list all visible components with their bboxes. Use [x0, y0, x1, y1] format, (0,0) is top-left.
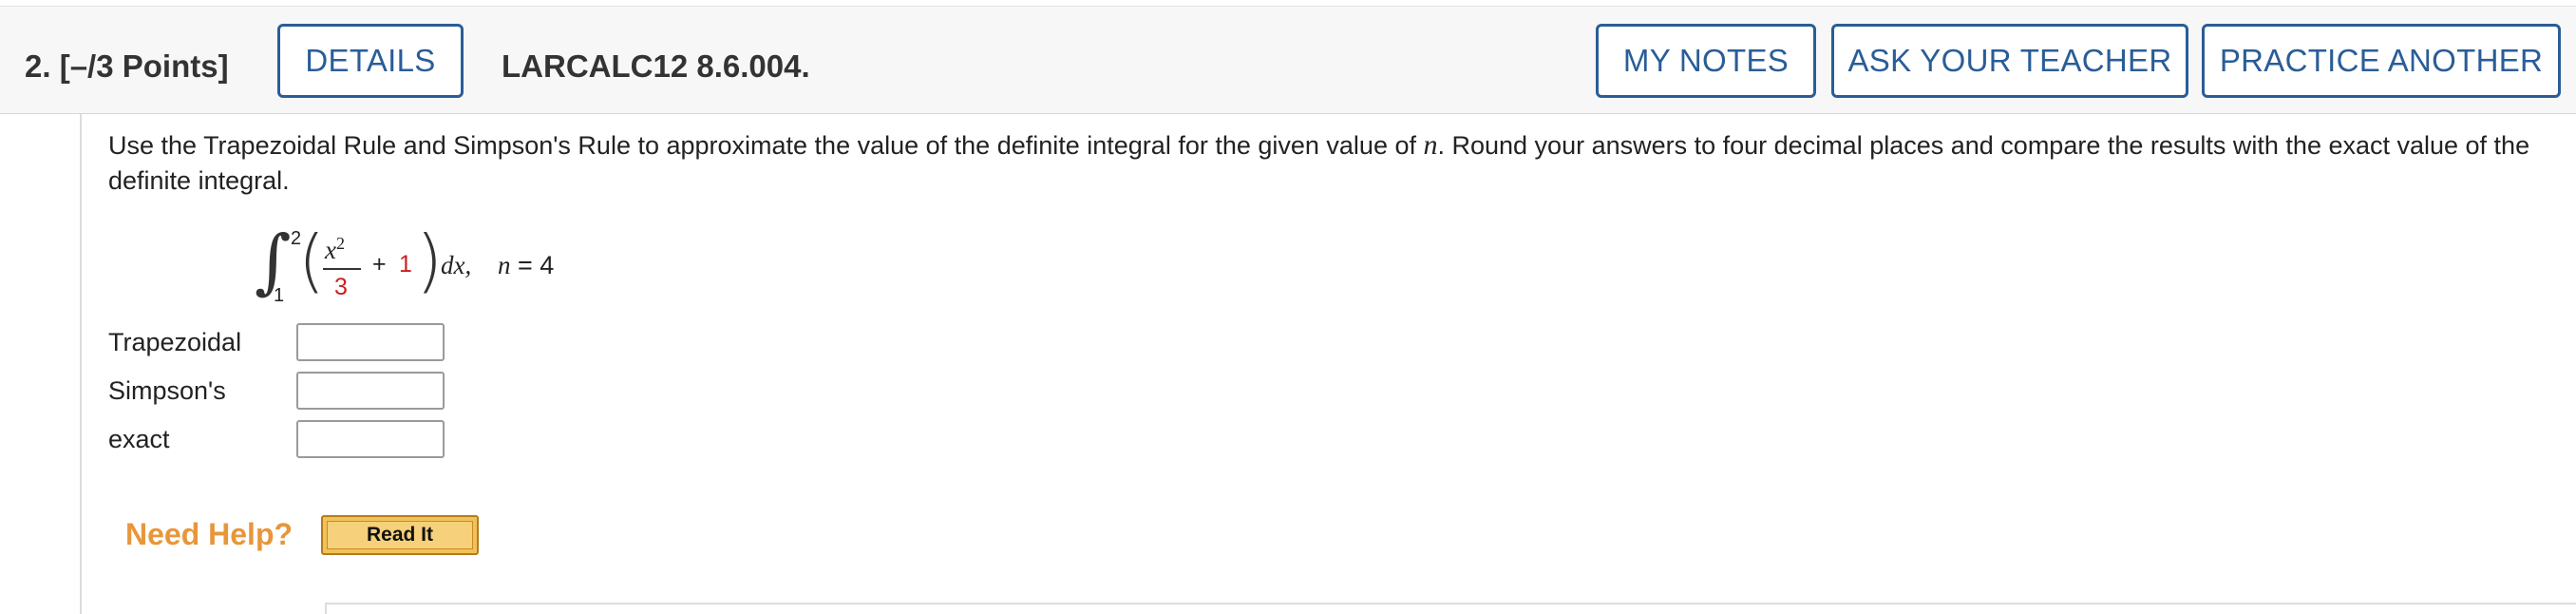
simpsons-input[interactable]: [296, 372, 445, 410]
right-paren: ): [416, 221, 444, 300]
prompt-variable-n: n: [1423, 129, 1438, 161]
left-paren: (: [298, 221, 326, 300]
need-help-label: Need Help?: [125, 517, 294, 551]
problem-code: LARCALC12 8.6.004.: [502, 48, 810, 84]
trapezoidal-input[interactable]: [296, 323, 445, 361]
exponent: 2: [335, 234, 345, 253]
question-header: 2. [–/3 Points] DETAILS LARCALC12 8.6.00…: [0, 6, 2576, 114]
differential: dx,: [441, 251, 472, 279]
ask-your-teacher-button[interactable]: ASK YOUR TEACHER: [1831, 24, 2188, 98]
details-button[interactable]: DETAILS: [277, 24, 464, 98]
question-left-border: [80, 114, 82, 614]
lower-limit: 1: [274, 285, 285, 306]
my-notes-button[interactable]: MY NOTES: [1596, 24, 1816, 98]
n-value: n = 4: [498, 251, 555, 279]
exact-input[interactable]: [296, 420, 445, 458]
fraction-denominator: 3: [334, 274, 348, 300]
fraction-numerator: x2: [325, 234, 345, 264]
read-it-label: Read It: [327, 521, 473, 549]
exact-label: exact: [108, 424, 170, 453]
read-it-button[interactable]: Read It: [321, 515, 479, 555]
points-label: [–/3 Points]: [59, 48, 229, 84]
next-panel-edge: [325, 603, 2576, 614]
simpsons-label: Simpson's: [108, 375, 226, 405]
practice-another-button[interactable]: PRACTICE ANOTHER: [2202, 24, 2561, 98]
trapezoidal-label: Trapezoidal: [108, 327, 242, 356]
fraction-bar: [323, 268, 361, 270]
plus-sign: +: [372, 251, 387, 278]
question-number: 2.: [25, 48, 51, 84]
question-prompt: Use the Trapezoidal Rule and Simpson's R…: [108, 127, 2559, 199]
integral-expression: ∫ 2 1 ( x2 3 + 1 ) dx, n = 4: [249, 221, 591, 316]
prompt-text-1: Use the Trapezoidal Rule and Simpson's R…: [108, 131, 1424, 160]
question-title: 2. [–/3 Points]: [25, 48, 229, 85]
constant-term: 1: [399, 251, 412, 278]
